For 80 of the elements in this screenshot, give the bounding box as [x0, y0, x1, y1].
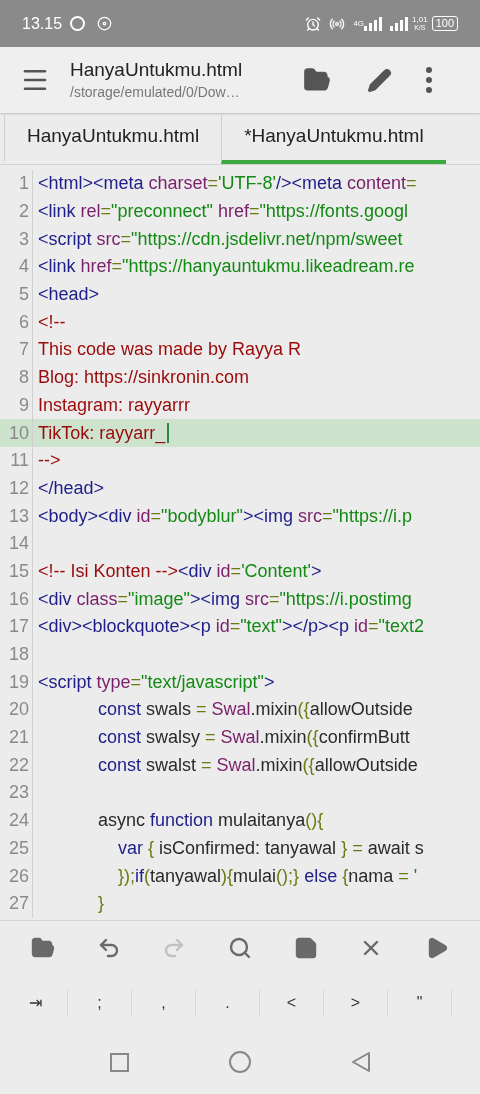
line-number: 21 [7, 726, 29, 750]
home-icon[interactable] [228, 1051, 251, 1073]
code-line: async function mulaitanya(){ [97, 809, 324, 833]
code-line: const swalst = Swal.mixin({allowOutside [97, 753, 418, 777]
code-line: <!-- [38, 310, 66, 334]
code-line: <!-- Isi Konten --><div id='Content'> [38, 559, 322, 583]
line-number: 7 [18, 338, 29, 362]
line-number: 6 [18, 310, 29, 334]
line-number: 22 [7, 753, 29, 777]
symbol-key[interactable]: . [196, 988, 260, 1017]
code-line: This code was made by Rayya R [38, 338, 302, 362]
line-number: 26 [7, 864, 29, 888]
line-number: 2 [18, 200, 29, 224]
signal-icon [390, 16, 409, 31]
code-line: } [97, 892, 105, 916]
network-type: 4G [353, 19, 365, 28]
code-line: <html><meta charset='UTF-8'/><meta content= [38, 172, 417, 196]
line-number: 19 [7, 670, 29, 694]
speed-value: 1,01 [412, 16, 428, 24]
record-icon [97, 16, 113, 31]
line-number: 4 [18, 255, 29, 279]
line-number: 10 [7, 421, 29, 445]
code-line: const swals = Swal.mixin({allowOutside [97, 698, 413, 722]
code-line: Blog: https://sinkronin.com [38, 366, 250, 390]
line-number: 17 [7, 615, 29, 639]
line-number: 18 [7, 643, 29, 667]
code-line: <link href="https://hanyauntukmu.likeadream.re [38, 255, 415, 279]
line-number: 13 [7, 504, 29, 528]
line-number: 23 [7, 781, 29, 805]
search-icon [227, 936, 252, 960]
code-line: const swalsy = Swal.mixin({confirmButt [97, 726, 410, 750]
code-line: <head> [38, 283, 100, 307]
file-path: /storage/emulated/0/Dow… [70, 82, 241, 102]
line-number: 12 [7, 476, 29, 500]
line-number: 9 [18, 393, 29, 417]
more-icon [426, 67, 432, 93]
symbol-key[interactable]: ⇥ [4, 988, 68, 1017]
line-number: 11 [9, 449, 29, 473]
code-line: <script type="text/javascript"> [38, 670, 275, 694]
line-number: 3 [18, 227, 29, 251]
edit-button[interactable] [367, 67, 392, 93]
line-number: 8 [18, 366, 29, 390]
symbol-key[interactable]: < [260, 988, 324, 1017]
line-number: 20 [7, 698, 29, 722]
code-line: <div><blockquote><p id="text"></p><p id="text2 [38, 615, 424, 639]
back-icon[interactable] [350, 1051, 371, 1073]
pencil-icon [367, 67, 392, 93]
line-number: 5 [18, 283, 29, 307]
code-line: --> [38, 449, 61, 473]
clock: 13.15 [22, 13, 63, 34]
code-line: Instagram: rayyarrr [38, 393, 191, 417]
line-number: 24 [7, 809, 29, 833]
line-number: 1 [18, 172, 29, 196]
code-line: <link rel="preconnect" href="https://fonts.googl [38, 200, 408, 224]
symbol-key[interactable]: ; [68, 988, 132, 1017]
more-button[interactable] [426, 67, 432, 93]
file-tab[interactable]: HanyaUntukmu.html [4, 113, 222, 164]
signal-icon [364, 16, 383, 31]
file-title: HanyaUntukmu.html [70, 57, 244, 82]
folder-icon [30, 936, 55, 960]
battery-indicator: 100 [431, 16, 458, 31]
save-icon [293, 936, 318, 960]
recents-icon[interactable] [109, 1052, 129, 1072]
code-line: var { isConfirmed: tanyawal } = await s [117, 836, 424, 860]
line-number: 15 [7, 559, 29, 583]
line-number: 16 [7, 587, 29, 611]
symbol-key[interactable]: , [132, 988, 196, 1017]
alarm-icon [305, 15, 322, 32]
text-cursor [167, 423, 170, 444]
code-line: <div class="image"><img src="https://i.postimg [38, 587, 412, 611]
code-line: <body><div id="bodyblur"><img src="https://i.p [38, 504, 412, 528]
line-number: 27 [7, 892, 29, 916]
line-number: 14 [7, 532, 29, 556]
symbol-key[interactable]: > [324, 988, 388, 1017]
code-line: <script src="https://cdn.jsdelivr.net/npm/sweet [38, 227, 403, 251]
code-line: </head> [38, 476, 105, 500]
code-line: });if(tanyawal){mulai();} else {nama = ' [117, 864, 418, 888]
line-number: 25 [7, 836, 29, 860]
symbol-key[interactable]: " [388, 988, 452, 1017]
code-line: TikTok: rayyarr_ [38, 421, 166, 446]
